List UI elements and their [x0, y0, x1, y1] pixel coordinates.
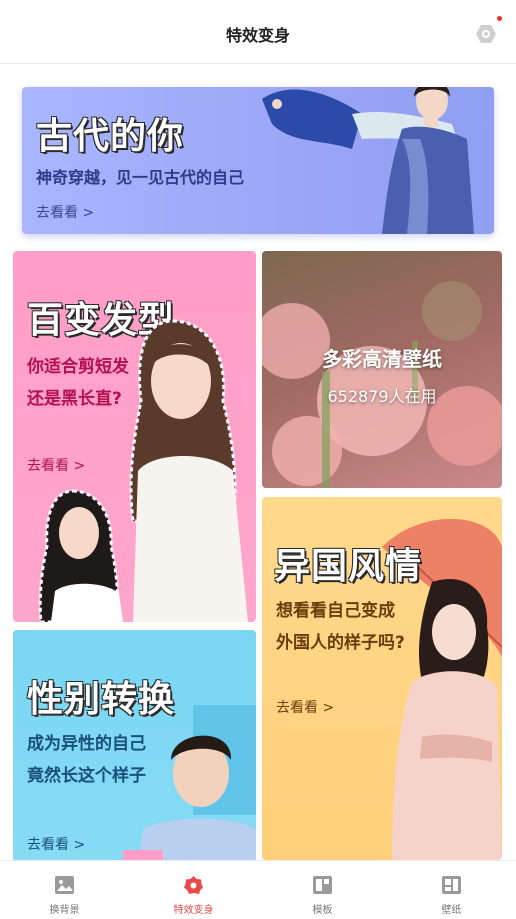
ancient-you-card[interactable]: 古代的你 神奇穿越，见一见古代的自己 去看看 > [22, 87, 494, 234]
go-see-link[interactable]: 去看看 > [276, 697, 334, 717]
tab-templates[interactable]: 模板 [258, 861, 387, 919]
card-subtitle-line2: 外国人的样子吗? [276, 633, 405, 653]
card-subtitle-line1: 想看看自己变成 [276, 601, 395, 621]
wallpaper-user-count: 652879人在用 [327, 387, 437, 406]
card-subtitle-line1: 成为异性的自己 [27, 734, 146, 754]
page-title: 特效变身 [225, 26, 290, 45]
card-subtitle: 神奇穿越，见一见古代的自己 [36, 168, 245, 187]
wallpaper-icon [442, 876, 461, 894]
go-see-link[interactable]: 去看看 > [27, 834, 85, 854]
tab-wallpapers[interactable]: 壁纸 [387, 861, 516, 919]
go-see-link[interactable]: 去看看 > [36, 202, 94, 222]
card-title: 古代的你 [36, 116, 185, 157]
flower-icon [184, 876, 203, 894]
bottom-tab-bar: 换背景 特效变身 模板 壁纸 [0, 860, 516, 919]
template-icon [313, 876, 332, 894]
hd-wallpaper-card[interactable]: 多彩高清壁纸 652879人在用 [262, 251, 502, 488]
gear-icon [476, 25, 496, 43]
card-title: 异国风情 [274, 546, 423, 587]
tab-special-effects[interactable]: 特效变身 [129, 861, 258, 919]
wallpaper-title: 多彩高清壁纸 [322, 347, 442, 371]
settings-button[interactable] [474, 22, 498, 46]
notification-dot [497, 16, 502, 21]
ancient-costume-figure [262, 87, 474, 234]
card-title: 性别转换 [27, 679, 176, 720]
image-icon [55, 876, 74, 894]
exotic-style-card[interactable]: 异国风情 想看看自己变成 外国人的样子吗? 去看看 > [262, 497, 502, 860]
top-bar: 特效变身 [0, 0, 516, 64]
tab-change-background[interactable]: 换背景 [0, 861, 129, 919]
tab-label: 特效变身 [173, 905, 214, 916]
tab-label: 壁纸 [441, 905, 462, 916]
gender-swap-card[interactable]: 性别转换 成为异性的自己 竟然长这个样子 去看看 > [13, 630, 256, 862]
tab-label: 模板 [312, 905, 333, 916]
hairstyle-card[interactable]: 百变发型 你适合剪短发 还是黑长直? 去看看 > [13, 251, 256, 622]
hairstyle-models-figure [38, 319, 248, 622]
tab-label: 换背景 [49, 905, 80, 916]
card-subtitle-line2: 竟然长这个样子 [27, 766, 146, 786]
